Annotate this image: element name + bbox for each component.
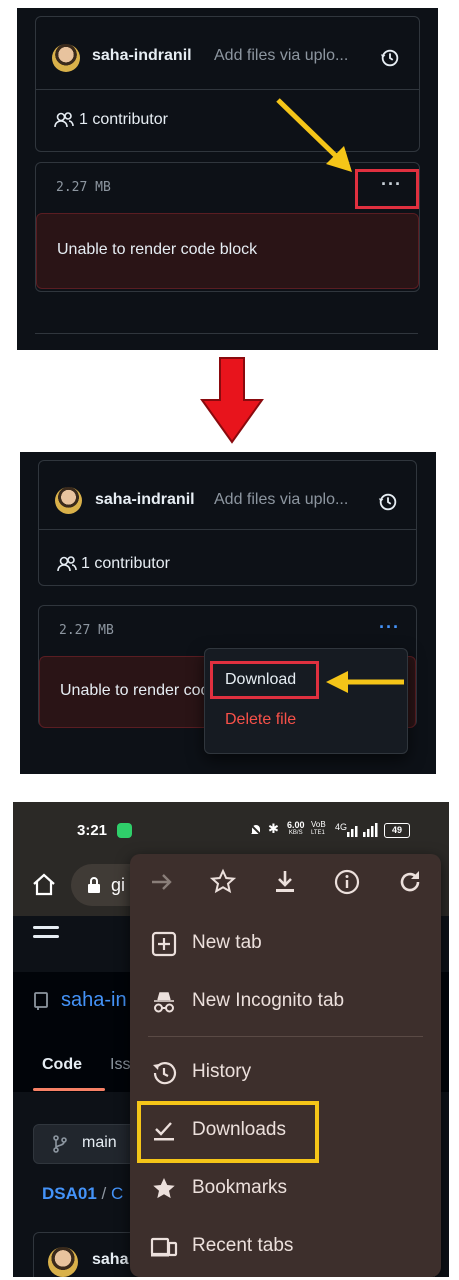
latest-commit-box: saha-indranil Add files via uplo... 1 co… xyxy=(38,460,417,586)
highlight-box xyxy=(137,1101,319,1163)
breadcrumb-separator: / xyxy=(101,1184,107,1203)
bluetooth-icon: ✱ xyxy=(268,821,279,836)
menu-item-new-incognito-tab[interactable]: New Incognito tab xyxy=(130,976,441,1028)
arrow-pointer-icon xyxy=(326,671,404,693)
delete-file-menu-item[interactable]: Delete file xyxy=(225,711,296,729)
people-icon xyxy=(57,556,77,572)
commit-author[interactable]: saha-indranil xyxy=(92,47,192,65)
error-banner: Unable to render code block xyxy=(36,213,419,289)
signal-icon: 4G xyxy=(335,822,347,832)
latest-commit-box: saha-indranil Add files via uplo... 1 co… xyxy=(35,16,420,152)
error-message: Unable to render coc xyxy=(60,682,209,699)
url-text[interactable]: gi xyxy=(111,875,125,896)
screenshot-panel-1: saha-indranil Add files via uplo... 1 co… xyxy=(17,8,438,350)
history-icon[interactable] xyxy=(379,47,401,69)
devices-icon xyxy=(150,1237,178,1257)
network-speed: 6.00 KB/S xyxy=(287,821,305,837)
branch-selector[interactable]: main xyxy=(33,1124,145,1164)
tab-issues[interactable]: Iss xyxy=(110,1056,130,1074)
commit-author[interactable]: saha-indranil xyxy=(95,491,195,509)
file-size: 2.27 MB xyxy=(59,623,114,638)
lock-icon xyxy=(88,877,100,893)
screenshot-panel-3: 3:21 ✱ 6.00 KB/S VoB LTE1 4G 49 gi saha-… xyxy=(13,802,449,1277)
menu-item-label: History xyxy=(192,1061,252,1082)
forward-icon[interactable] xyxy=(148,868,176,896)
history-icon xyxy=(153,1062,177,1085)
avatar[interactable] xyxy=(52,44,80,72)
incognito-icon xyxy=(154,992,174,1013)
status-time: 3:21 xyxy=(77,822,108,839)
commit-author[interactable]: saha xyxy=(92,1251,128,1269)
branch-icon xyxy=(53,1135,67,1153)
mute-icon xyxy=(249,823,263,837)
avatar[interactable] xyxy=(48,1247,78,1277)
info-icon[interactable] xyxy=(333,868,361,896)
history-icon[interactable] xyxy=(377,491,399,513)
contributors-count[interactable]: 1 contributor xyxy=(79,111,168,129)
menu-item-label: Bookmarks xyxy=(192,1177,288,1198)
more-options-button[interactable]: ··· xyxy=(379,617,400,638)
branch-name[interactable]: main xyxy=(82,1134,117,1152)
commit-message[interactable]: Add files via uplo... xyxy=(214,47,348,65)
speed-value: 6.00 xyxy=(287,820,305,830)
error-message: Unable to render code block xyxy=(57,241,258,258)
contributors-count[interactable]: 1 contributor xyxy=(81,555,170,573)
call-icon xyxy=(117,823,132,838)
avatar[interactable] xyxy=(55,487,82,514)
battery-icon: 49 xyxy=(384,823,410,838)
menu-item-label: New Incognito tab xyxy=(192,990,345,1011)
highlight-box xyxy=(355,169,419,209)
battery-level: 49 xyxy=(391,825,402,835)
menu-item-history[interactable]: History xyxy=(130,1047,441,1099)
breadcrumb: DSA01 / C xyxy=(42,1184,123,1204)
menu-item-bookmarks[interactable]: Bookmarks xyxy=(130,1163,441,1215)
home-icon[interactable] xyxy=(31,872,57,898)
star-icon xyxy=(153,1178,175,1199)
star-icon[interactable] xyxy=(209,868,237,896)
refresh-icon[interactable] xyxy=(396,868,424,896)
menu-item-label: Recent tabs xyxy=(192,1235,294,1256)
screenshot-panel-2: saha-indranil Add files via uplo... 1 co… xyxy=(20,452,436,774)
status-bar: 3:21 ✱ 6.00 KB/S VoB LTE1 4G 49 xyxy=(13,802,449,854)
breadcrumb-repo[interactable]: DSA01 xyxy=(42,1184,97,1203)
down-arrow-icon xyxy=(200,357,264,444)
network-type: 4G xyxy=(335,822,348,832)
chrome-overflow-menu: New tab New Incognito tab History Downlo… xyxy=(130,854,441,1277)
people-icon xyxy=(54,112,74,128)
tab-code[interactable]: Code xyxy=(42,1056,82,1074)
download-icon[interactable] xyxy=(271,868,299,896)
arrow-pointer-icon xyxy=(276,98,352,172)
tab-underline xyxy=(33,1088,105,1091)
speed-unit: KB/S xyxy=(288,830,303,836)
volte-indicator: VoB LTE1 xyxy=(311,821,326,837)
breadcrumb-next[interactable]: C xyxy=(111,1184,123,1203)
new-tab-icon xyxy=(151,931,177,957)
lte-label: LTE1 xyxy=(311,830,325,836)
file-size: 2.27 MB xyxy=(56,180,111,195)
signal-bars-icon xyxy=(347,823,378,837)
repo-owner-link[interactable]: saha-in xyxy=(61,989,127,1012)
repo-icon xyxy=(34,992,48,1010)
menu-item-label: New tab xyxy=(192,932,262,953)
menu-item-new-tab[interactable]: New tab xyxy=(130,918,441,970)
highlight-box xyxy=(210,661,319,699)
menu-item-recent-tabs[interactable]: Recent tabs xyxy=(130,1221,441,1273)
hamburger-menu-icon[interactable] xyxy=(33,926,59,938)
volte-label: VoB xyxy=(311,820,326,829)
menu-divider xyxy=(148,1036,423,1037)
commit-message[interactable]: Add files via uplo... xyxy=(214,491,348,509)
